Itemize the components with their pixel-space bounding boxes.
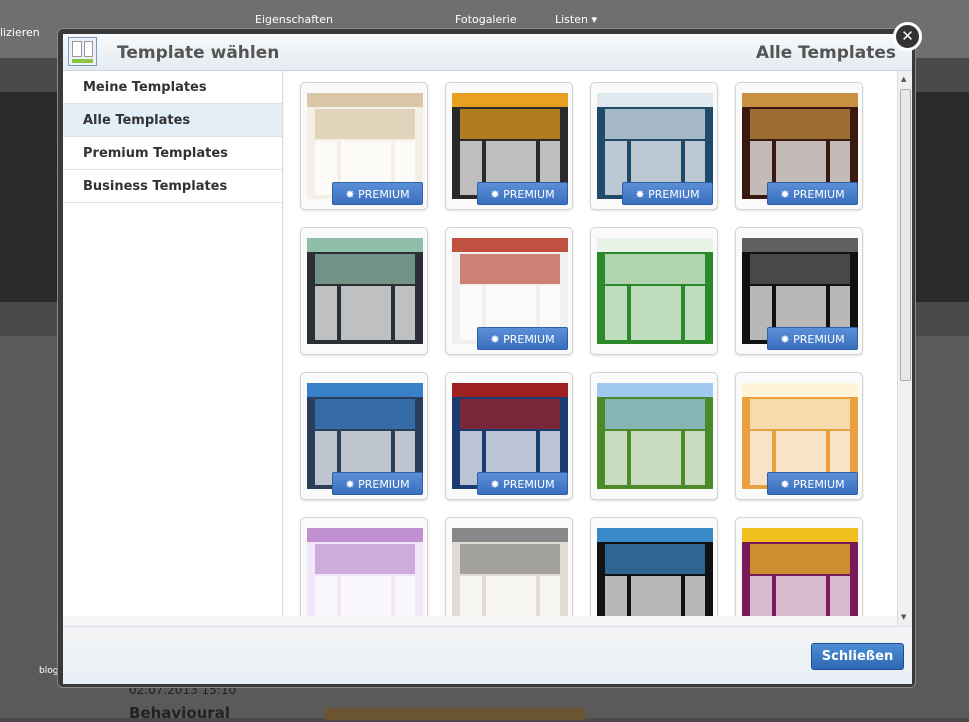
scroll-up-icon[interactable]: ▲ — [901, 75, 906, 83]
template-card[interactable]: ✸ PREMIUM — [735, 372, 863, 500]
premium-badge: ✸ PREMIUM — [332, 182, 423, 205]
template-card[interactable]: ✸ PREMIUM — [445, 517, 573, 616]
template-card[interactable] — [590, 227, 718, 355]
template-thumbnail[interactable] — [597, 528, 713, 616]
premium-label: PREMIUM — [503, 333, 555, 346]
premium-label: PREMIUM — [503, 188, 555, 201]
template-grid: ✸ PREMIUM ✸ PREMIUM ✸ PREMIUM ✸ PREMIUM ✸ PR… — [300, 82, 863, 616]
star-icon: ✸ — [635, 188, 649, 201]
dialog-title: Template wählen — [117, 43, 280, 63]
bg-blog-label: blog — [39, 666, 59, 676]
scrollbar-thumb[interactable] — [900, 89, 911, 381]
premium-label: PREMIUM — [793, 188, 845, 201]
scroll-down-icon[interactable]: ▼ — [901, 613, 906, 621]
template-card[interactable]: ✸ PREMIUM — [300, 82, 428, 210]
sidebar-item[interactable]: Business Templates — [63, 170, 282, 203]
template-thumbnail[interactable] — [597, 238, 713, 344]
template-card[interactable]: ✸ PREMIUM — [300, 372, 428, 500]
premium-label: PREMIUM — [358, 188, 410, 201]
star-icon: ✸ — [780, 333, 794, 346]
premium-badge: ✸ PREMIUM — [767, 472, 858, 495]
sidebar-item[interactable]: Meine Templates — [63, 71, 282, 104]
premium-badge: ✸ PREMIUM — [767, 182, 858, 205]
template-thumbnail[interactable] — [452, 528, 568, 616]
premium-label: PREMIUM — [358, 478, 410, 491]
template-card[interactable]: ✸ PREMIUM — [300, 517, 428, 616]
template-card[interactable] — [300, 227, 428, 355]
star-icon: ✸ — [490, 188, 504, 201]
premium-badge: ✸ PREMIUM — [477, 327, 568, 350]
premium-label: PREMIUM — [793, 333, 845, 346]
bg-toolbar-item: lizieren — [0, 26, 40, 39]
bg-toolbar-item: Fotogalerie — [455, 13, 517, 26]
premium-badge: ✸ PREMIUM — [477, 182, 568, 205]
star-icon: ✸ — [490, 333, 504, 346]
category-sidebar: Meine Templates Alle Templates Premium Tem… — [63, 71, 283, 616]
premium-badge: ✸ PREMIUM — [622, 182, 713, 205]
premium-badge: ✸ PREMIUM — [767, 327, 858, 350]
bg-heading: Behavioural — [129, 704, 230, 722]
sidebar-item[interactable]: Premium Templates — [63, 137, 282, 170]
template-grid-area: ✸ PREMIUM ✸ PREMIUM ✸ PREMIUM ✸ PREMIUM ✸ PR… — [284, 71, 897, 616]
dialog-subtitle: Alle Templates — [755, 43, 896, 63]
template-thumbnail[interactable] — [307, 528, 423, 616]
star-icon: ✸ — [345, 478, 359, 491]
template-thumbnail[interactable] — [742, 528, 858, 616]
template-card[interactable] — [590, 372, 718, 500]
template-card[interactable]: ✸ PREMIUM — [735, 82, 863, 210]
template-card[interactable]: ✸ PREMIUM — [445, 82, 573, 210]
bg-toolbar-item: Eigenschaften — [255, 13, 333, 26]
close-button[interactable]: Schließen — [811, 643, 904, 670]
scrollbar[interactable]: ▲ ▼ — [897, 71, 912, 626]
template-dialog: Template wählen Alle Templates Meine Tem… — [57, 28, 916, 688]
close-x-icon[interactable]: ✕ — [893, 22, 922, 51]
template-card[interactable]: ✸ PREMIUM — [445, 372, 573, 500]
premium-label: PREMIUM — [503, 478, 555, 491]
dialog-header: Template wählen Alle Templates — [63, 34, 912, 71]
template-icon — [68, 37, 97, 66]
star-icon: ✸ — [345, 188, 359, 201]
template-card[interactable]: ✸ PREMIUM — [735, 227, 863, 355]
premium-badge: ✸ PREMIUM — [477, 472, 568, 495]
star-icon: ✸ — [780, 478, 794, 491]
template-card[interactable]: ✸ PREMIUM — [590, 82, 718, 210]
premium-label: PREMIUM — [793, 478, 845, 491]
dialog-footer: Schließen — [63, 626, 912, 684]
template-card[interactable] — [735, 517, 863, 616]
premium-label: PREMIUM — [648, 188, 700, 201]
template-card[interactable]: ✸ PREMIUM — [445, 227, 573, 355]
star-icon: ✸ — [780, 188, 794, 201]
premium-badge: ✸ PREMIUM — [332, 472, 423, 495]
template-thumbnail[interactable] — [597, 383, 713, 489]
template-thumbnail[interactable] — [307, 238, 423, 344]
bg-button — [325, 708, 585, 720]
bg-toolbar-item: Listen ▾ — [555, 13, 597, 26]
template-card[interactable]: ✸ PREMIUM — [590, 517, 718, 616]
star-icon: ✸ — [490, 478, 504, 491]
sidebar-item[interactable]: Alle Templates — [63, 104, 282, 137]
